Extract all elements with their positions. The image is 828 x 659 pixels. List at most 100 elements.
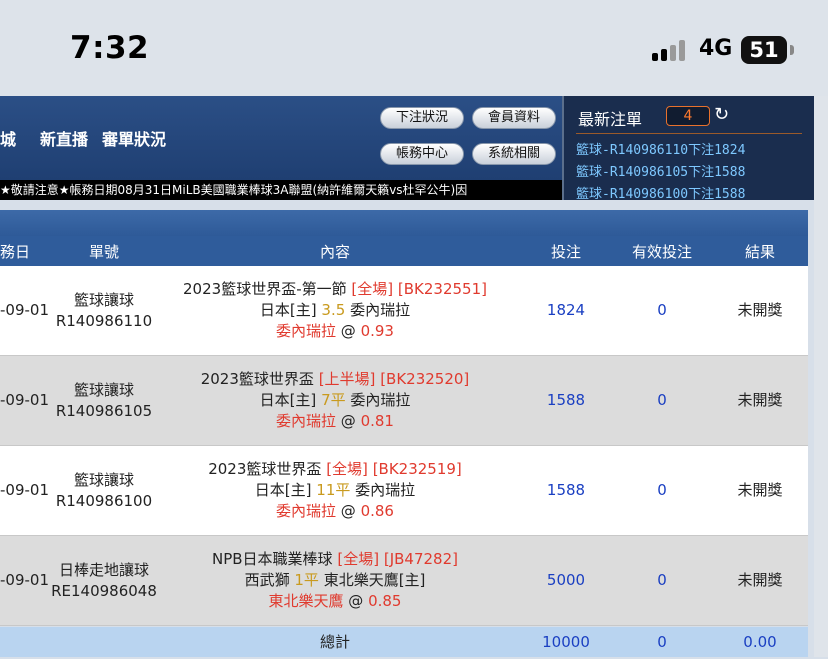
row-order-no: R140986105 — [55, 401, 153, 420]
row-order-no: R140986110 — [55, 311, 153, 330]
latest-bets-panel: 最新注單 4 ↻ 籃球-R140986110下注1824 籃球-R1409861… — [562, 96, 816, 202]
row-at: @ — [340, 502, 356, 520]
row-league: NPB日本職業棒球 — [212, 550, 333, 568]
col-order: 單號 — [88, 243, 119, 261]
row-pick: 委內瑞拉 — [276, 412, 337, 430]
row-valid-bet: 0 — [612, 446, 712, 535]
system-button[interactable]: 系統相關 — [472, 143, 556, 165]
announcement-ticker: ★敬請注意★帳務日期08月31日MiLB美國職業棒球3A聯盟(納許維爾天籟vs杜… — [0, 180, 562, 200]
row-bet-amount: 1824 — [546, 301, 586, 319]
row-at: @ — [348, 592, 364, 610]
bet-status-button[interactable]: 下注狀況 — [380, 107, 464, 129]
status-bar: 7:32 4G 51 — [0, 0, 828, 96]
latest-bet-item[interactable]: 籃球-R140986100下注1588 — [576, 183, 745, 202]
top-navigation: 城 新直播 審單狀況 下注狀況 會員資料 帳務中心 系統相關 — [0, 96, 562, 180]
row-result-text: 未開獎 — [737, 481, 783, 499]
row-bet: 1588 — [526, 446, 606, 535]
row-home: 西武獅 — [244, 571, 290, 589]
nav-link-live[interactable]: 新直播 — [40, 126, 88, 150]
divider — [576, 133, 802, 134]
row-result: 未開獎 — [712, 266, 808, 355]
latest-bet-item[interactable]: 籃球-R140986105下注1588 — [576, 161, 745, 180]
row-line: 11平 — [316, 481, 351, 499]
row-valid-amount: 0 — [657, 301, 667, 319]
row-home: 日本[主] — [254, 481, 312, 499]
account-center-button[interactable]: 帳務中心 — [380, 143, 464, 165]
row-content: NPB日本職業棒球 [全場] [JB47282] 西武獅 1平 東北樂天鷹[主] 東… — [168, 536, 502, 625]
nav-link-partial[interactable]: 城 — [0, 126, 16, 150]
row-away: 委內瑞拉 — [350, 301, 411, 319]
row-bet-amount: 1588 — [546, 391, 586, 409]
row-period: [全場] — [351, 280, 394, 298]
row-at: @ — [340, 412, 356, 430]
row-period: [上半場] — [318, 370, 376, 388]
row-valid-bet: 0 — [612, 356, 712, 445]
page-margin — [814, 96, 828, 657]
battery-cap — [790, 45, 794, 55]
row-period: [全場] — [326, 460, 368, 478]
row-order-no: RE140986048 — [51, 581, 157, 600]
table-row: -09-01 日棒走地讓球 RE140986048 NPB日本職業棒球 [全場] [J… — [0, 536, 808, 626]
col-content: 內容 — [319, 243, 350, 261]
latest-bets-count: 4 — [666, 106, 710, 126]
row-pick: 委內瑞拉 — [276, 502, 337, 520]
col-date: 務日期 — [0, 243, 31, 293]
row-bet-type: 日棒走地讓球 — [58, 560, 149, 579]
row-order: 籃球讓球 R140986110 — [40, 266, 168, 355]
table-row: -09-01 籃球讓球 R140986105 2023籃球世界盃 [上半場] [BK2… — [0, 356, 808, 446]
row-odds: 0.81 — [360, 412, 394, 430]
row-odds: 0.93 — [360, 322, 394, 340]
status-time: 7:32 — [70, 30, 150, 66]
row-bet-type: 籃球讓球 — [73, 470, 134, 489]
table-title-band — [0, 210, 808, 236]
row-bet-amount: 5000 — [546, 571, 586, 589]
row-bet: 5000 — [526, 536, 606, 625]
row-home: 日本[主] — [259, 301, 317, 319]
latest-bets-title: 最新注單 — [578, 110, 643, 129]
total-valid-bet: 0 — [657, 633, 667, 651]
latest-bet-item[interactable]: 籃球-R140986110下注1824 — [576, 139, 745, 158]
table-header: 務日期 單號 內容 投注 有效投注 結果 — [0, 236, 808, 293]
row-order: 籃球讓球 R140986100 — [40, 446, 168, 535]
col-valid-bet: 有效投注 — [631, 243, 692, 261]
row-code: [BK232519] — [372, 460, 462, 478]
row-result: 未開獎 — [712, 536, 808, 625]
nav-link-review[interactable]: 審單狀況 — [102, 126, 166, 150]
row-league: 2023籃球世界盃-第一節 — [183, 280, 347, 298]
row-at: @ — [340, 322, 356, 340]
row-pick: 委內瑞拉 — [276, 322, 337, 340]
row-bet-type: 籃球讓球 — [73, 290, 134, 309]
row-valid-amount: 0 — [657, 481, 667, 499]
row-period: [全場] — [337, 550, 380, 568]
row-valid-amount: 0 — [657, 571, 667, 589]
refresh-icon[interactable]: ↻ — [714, 104, 729, 125]
row-valid-bet: 0 — [612, 536, 712, 625]
row-bet: 1588 — [526, 356, 606, 445]
row-league: 2023籃球世界盃 — [208, 460, 322, 478]
row-bet-type: 籃球讓球 — [73, 380, 134, 399]
row-result: 未開獎 — [712, 356, 808, 445]
row-odds: 0.86 — [360, 502, 394, 520]
row-code: [BK232520] — [380, 370, 470, 388]
row-result-text: 未開獎 — [737, 391, 783, 409]
row-valid-bet: 0 — [612, 266, 712, 355]
member-info-button[interactable]: 會員資料 — [472, 107, 556, 129]
row-valid-amount: 0 — [657, 391, 667, 409]
signal-icon — [652, 39, 692, 61]
table-row: -09-01 籃球讓球 R140986110 2023籃球世界盃-第一節 [全場] [… — [0, 266, 808, 356]
row-pick: 東北樂天鷹 — [268, 592, 344, 610]
row-away: 委內瑞拉 — [350, 391, 411, 409]
row-line: 3.5 — [321, 301, 346, 319]
col-result: 結果 — [744, 243, 775, 261]
row-result-text: 未開獎 — [737, 571, 783, 589]
total-row: 總計 10000 0 0.00 — [0, 627, 808, 657]
row-content: 2023籃球世界盃 [全場] [BK232519] 日本[主] 11平 委內瑞拉委… — [168, 446, 502, 535]
col-bet: 投注 — [550, 243, 581, 261]
row-content: 2023籃球世界盃-第一節 [全場] [BK232551] 日本[主] 3.5 委… — [168, 266, 502, 355]
row-code: [BK232551] — [397, 280, 487, 298]
total-bet: 10000 — [542, 633, 590, 651]
row-bet: 1824 — [526, 266, 606, 355]
table-row: -09-01 籃球讓球 R140986100 2023籃球世界盃 [全場] [BK23… — [0, 446, 808, 536]
row-league: 2023籃球世界盃 — [200, 370, 314, 388]
row-content: 2023籃球世界盃 [上半場] [BK232520] 日本[主] 7平 委內瑞拉委… — [168, 356, 502, 445]
